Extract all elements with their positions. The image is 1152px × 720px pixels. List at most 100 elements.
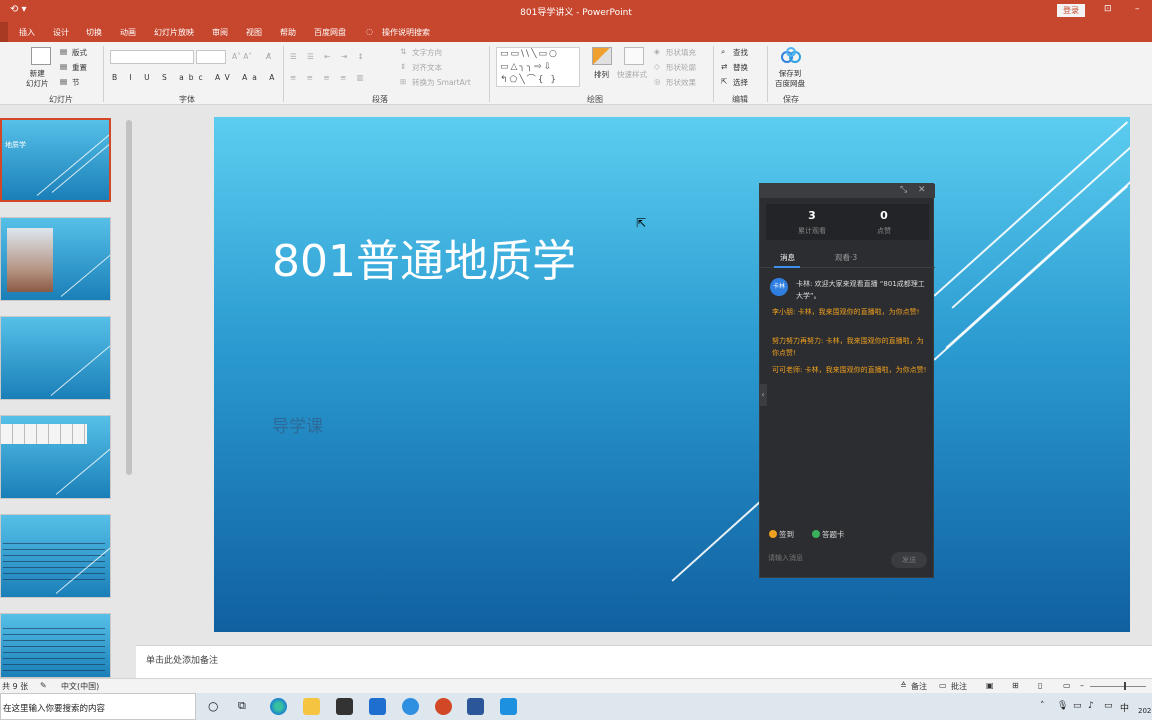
smartart-button[interactable]: 转换为 SmartArt xyxy=(412,77,471,88)
list-icons[interactable]: ☰ ☰ ⇤ ⇥ ↕ xyxy=(290,52,368,61)
tray-up-icon[interactable]: ˄ xyxy=(1040,701,1045,711)
ribbon-display-icon[interactable]: ⊡ xyxy=(1104,4,1112,14)
slide-thumbnail-4[interactable] xyxy=(0,415,111,499)
proofing-icon[interactable]: ✎ xyxy=(40,681,47,690)
file-tab-edge[interactable] xyxy=(0,22,8,42)
reset-button[interactable]: 重置 xyxy=(72,62,87,73)
tab-help[interactable]: 帮助 xyxy=(280,27,296,38)
taskbar-search-placeholder[interactable]: 在这里输入你要搜索的内容 xyxy=(3,702,105,714)
shape-outline-button[interactable]: 形状轮廓 xyxy=(666,62,696,73)
comments-icon: ▭ xyxy=(939,681,947,690)
microphone-icon[interactable]: 🎙 xyxy=(1057,701,1068,711)
font-grow-icon[interactable]: A˄ A˅ xyxy=(232,52,252,61)
scrollbar-thumb[interactable] xyxy=(126,120,132,475)
tab-review[interactable]: 审阅 xyxy=(212,27,228,38)
slide-title[interactable]: 801普通地质学 xyxy=(272,225,576,289)
close-icon[interactable]: ✕ xyxy=(918,185,926,195)
zoom-out-icon[interactable]: – xyxy=(1080,681,1084,690)
language-status[interactable]: 中文(中国) xyxy=(61,681,99,692)
powerpoint-icon[interactable] xyxy=(435,698,452,715)
slideshow-view-icon[interactable]: ▭ xyxy=(1063,681,1071,690)
slide-thumbnail-1[interactable]: 地质学 xyxy=(0,118,111,202)
login-button[interactable]: 登录 xyxy=(1057,4,1085,17)
ribbon: 新建 幻灯片 ▤ 版式 ▤ 重置 ▤ 节 幻灯片 A˄ A˅ A̸ B I U … xyxy=(0,42,1152,105)
minimize-icon[interactable]: – xyxy=(1135,4,1140,14)
collapse-handle-icon[interactable]: ‹ xyxy=(759,384,767,406)
volume-icon[interactable]: ♪ xyxy=(1088,701,1094,711)
quick-styles-icon[interactable] xyxy=(624,47,644,65)
shrink-icon[interactable]: ⤡ xyxy=(900,185,907,195)
clock-date[interactable]: 202 xyxy=(1138,707,1151,715)
section-button[interactable]: 节 xyxy=(72,77,80,88)
tab-baidu-netdisk[interactable]: 百度网盘 xyxy=(314,27,346,38)
chat-message: 李小朋: 卡林，我来围观你的直播啦，为你点赞! xyxy=(772,308,920,316)
checkin-button[interactable]: 签到 xyxy=(769,529,794,540)
task-view-icon[interactable]: ⧉ xyxy=(238,699,246,713)
taskbar-search[interactable]: 在这里输入你要搜索的内容 xyxy=(0,693,196,720)
slide-thumbnail-2[interactable] xyxy=(0,217,111,301)
notes-placeholder[interactable]: 单击此处添加备注 xyxy=(146,653,218,666)
shapes-gallery[interactable]: ▭▭\\╲▭○ ▭△╮╮⇨⇩ ↰⬠╲⌒{ } xyxy=(496,47,580,87)
tab-viewers[interactable]: 观看·3 xyxy=(835,252,857,263)
tab-insert[interactable]: 插入 xyxy=(19,27,35,38)
feishu-icon[interactable] xyxy=(402,698,419,715)
quick-styles-button[interactable]: 快速样式 xyxy=(617,69,647,80)
word-icon[interactable] xyxy=(467,698,484,715)
slide-thumbnail-6[interactable] xyxy=(0,613,111,678)
notes-icon: ≙ xyxy=(900,681,907,690)
find-button[interactable]: 查找 xyxy=(733,47,748,58)
tab-transitions[interactable]: 切换 xyxy=(86,27,102,38)
baidu-netdisk-icon[interactable] xyxy=(781,47,801,65)
align-icons[interactable]: ≡ ≡ ≡ ≡ ▥ xyxy=(290,73,368,82)
layout-button[interactable]: 版式 xyxy=(72,47,87,58)
cortana-icon[interactable]: ○ xyxy=(208,699,218,713)
arrange-button[interactable]: 排列 xyxy=(594,69,609,80)
answer-card-label: 答题卡 xyxy=(822,530,845,539)
thumbnail-scrollbar[interactable] xyxy=(124,110,134,678)
store-icon[interactable] xyxy=(336,698,353,715)
text-direction-button[interactable]: 文字方向 xyxy=(412,47,442,58)
shape-effects-button[interactable]: 形状效果 xyxy=(666,77,696,88)
message-input[interactable]: 请输入消息 xyxy=(768,553,803,563)
arrange-icon[interactable] xyxy=(592,47,612,65)
tell-me-search[interactable]: 操作说明搜索 xyxy=(382,27,430,38)
replace-button[interactable]: 替换 xyxy=(733,62,748,73)
send-button[interactable]: 发送 xyxy=(891,552,927,568)
live-app-icon[interactable] xyxy=(500,698,517,715)
tab-design[interactable]: 设计 xyxy=(53,27,69,38)
slide-subtitle[interactable]: 导学课 xyxy=(272,412,323,437)
normal-view-icon[interactable]: ▣ xyxy=(986,681,994,690)
font-name-combo[interactable] xyxy=(110,50,194,64)
zoom-slider-thumb[interactable] xyxy=(1124,682,1126,690)
new-slide-button[interactable]: 新建 幻灯片 xyxy=(26,69,49,89)
shape-fill-button[interactable]: 形状填充 xyxy=(666,47,696,58)
notes-pane[interactable]: 单击此处添加备注 xyxy=(136,645,1152,678)
align-text-button[interactable]: 对齐文本 xyxy=(412,62,442,73)
slide-canvas[interactable]: 801普通地质学 导学课 xyxy=(214,117,1130,632)
file-explorer-icon[interactable] xyxy=(303,698,320,715)
clear-format-icon[interactable]: A̸ xyxy=(266,52,271,61)
comments-toggle[interactable]: 批注 xyxy=(951,681,967,692)
slide-thumbnail-5[interactable] xyxy=(0,514,111,598)
mail-icon[interactable] xyxy=(369,698,386,715)
replace-icon: ⇄ xyxy=(721,62,728,71)
notes-toggle[interactable]: 备注 xyxy=(911,681,927,692)
select-button[interactable]: 选择 xyxy=(733,77,748,88)
answer-card-button[interactable]: 答题卡 xyxy=(812,529,845,540)
font-format-icons[interactable]: B I U S abc AV Aa A xyxy=(112,73,279,82)
battery-icon[interactable]: ▭ xyxy=(1104,701,1113,711)
tab-view[interactable]: 视图 xyxy=(246,27,262,38)
tab-messages[interactable]: 消息 xyxy=(780,252,795,263)
ime-indicator[interactable]: 中 xyxy=(1120,701,1129,714)
network-icon[interactable]: ▭ xyxy=(1073,701,1082,711)
edge-icon[interactable] xyxy=(270,698,287,715)
zoom-slider[interactable] xyxy=(1090,686,1146,687)
font-size-combo[interactable] xyxy=(196,50,226,64)
new-slide-icon[interactable] xyxy=(31,47,51,65)
reading-view-icon[interactable]: ▯ xyxy=(1038,681,1042,690)
save-to-netdisk-button[interactable]: 保存到 百度网盘 xyxy=(775,69,805,89)
tab-animations[interactable]: 动画 xyxy=(120,27,136,38)
tab-slideshow[interactable]: 幻灯片放映 xyxy=(154,27,194,38)
sorter-view-icon[interactable]: ⊞ xyxy=(1012,681,1019,690)
slide-thumbnail-3[interactable] xyxy=(0,316,111,400)
